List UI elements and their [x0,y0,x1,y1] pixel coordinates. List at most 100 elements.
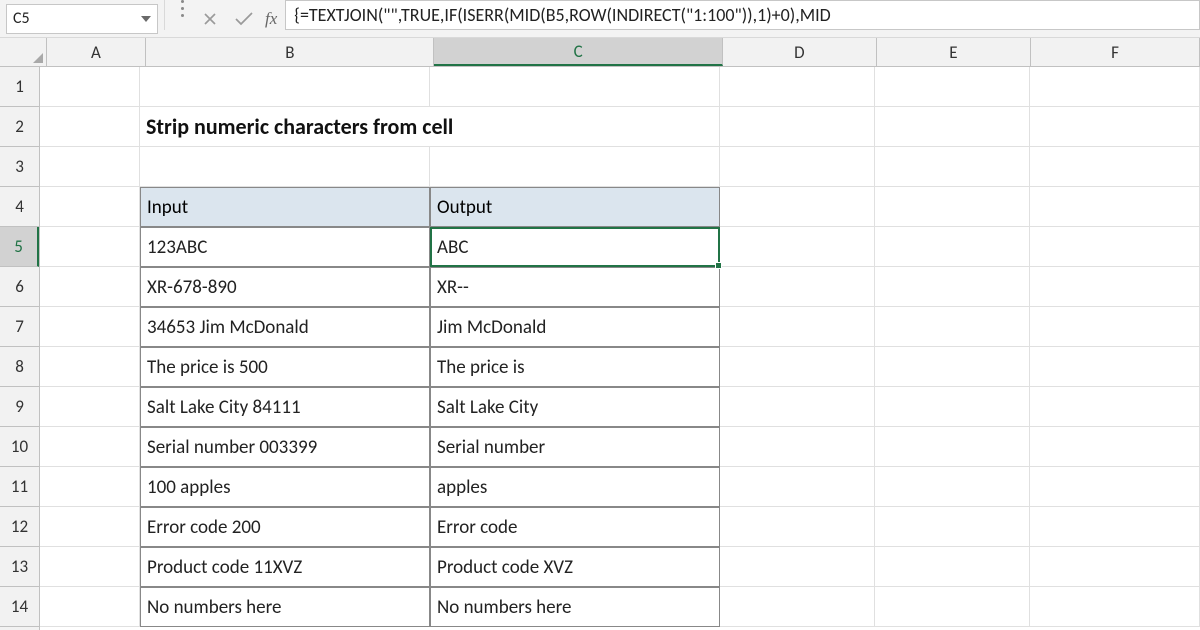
cell-F6[interactable] [1030,267,1200,307]
cell-B3[interactable] [140,147,430,187]
cell-F8[interactable] [1030,347,1200,387]
cell-C9[interactable]: Salt Lake City [430,387,720,427]
cell-C6[interactable]: XR-- [430,267,720,307]
cell-E12[interactable] [875,507,1030,547]
cell-D6[interactable] [720,267,875,307]
cell-B11[interactable]: 100 apples [140,467,430,507]
cell-D8[interactable] [720,347,875,387]
cell-A7[interactable] [40,307,140,347]
row-header-2[interactable]: 2 [0,107,39,147]
row-header-14[interactable]: 14 [0,587,39,627]
cell-C8[interactable]: The price is [430,347,720,387]
cell-A3[interactable] [40,147,140,187]
cell-C5[interactable]: ABC [430,227,720,267]
row-header-5[interactable]: 5 [0,227,39,267]
cell-F3[interactable] [1030,147,1200,187]
row-header-3[interactable]: 3 [0,147,39,187]
cell-E8[interactable] [875,347,1030,387]
cell-C14[interactable]: No numbers here [430,587,720,627]
cell-E1[interactable] [875,67,1030,107]
cell-B8[interactable]: The price is 500 [140,347,430,387]
cell-A9[interactable] [40,387,140,427]
cell-F13[interactable] [1030,547,1200,587]
cell-A13[interactable] [40,547,140,587]
fx-label[interactable]: fx [265,9,277,29]
cell-D9[interactable] [720,387,875,427]
cell-D1[interactable] [720,67,875,107]
cell-F14[interactable] [1030,587,1200,627]
cell-E3[interactable] [875,147,1030,187]
cell-E13[interactable] [875,547,1030,587]
cell-F5[interactable] [1030,227,1200,267]
cell-A1[interactable] [40,67,140,107]
cell-E4[interactable] [875,187,1030,227]
col-header-D[interactable]: D [723,38,877,66]
cell-F7[interactable] [1030,307,1200,347]
cell-A8[interactable] [40,347,140,387]
cell-A10[interactable] [40,427,140,467]
cell-A11[interactable] [40,467,140,507]
cell-D10[interactable] [720,427,875,467]
row-header-9[interactable]: 9 [0,387,39,427]
cell-F2[interactable] [1030,107,1200,147]
cell-C11[interactable]: apples [430,467,720,507]
cell-C10[interactable]: Serial number [430,427,720,467]
cell-B14[interactable]: No numbers here [140,587,430,627]
cell-B10[interactable]: Serial number 003399 [140,427,430,467]
cell-C7[interactable]: Jim McDonald [430,307,720,347]
cell-E7[interactable] [875,307,1030,347]
cell-C4[interactable]: Output [430,187,720,227]
cell-E6[interactable] [875,267,1030,307]
cell-C1[interactable] [430,67,720,107]
cell-B6[interactable]: XR-678-890 [140,267,430,307]
cell-E14[interactable] [875,587,1030,627]
cell-B9[interactable]: Salt Lake City 84111 [140,387,430,427]
row-header-11[interactable]: 11 [0,467,39,507]
col-header-E[interactable]: E [877,38,1031,66]
cell-E5[interactable] [875,227,1030,267]
cell-D13[interactable] [720,547,875,587]
row-header-6[interactable]: 6 [0,267,39,307]
cell-A2[interactable] [40,107,140,147]
cell-C3[interactable] [430,147,720,187]
name-box[interactable]: C5 [6,4,158,34]
cell-A4[interactable] [40,187,140,227]
cell-C12[interactable]: Error code [430,507,720,547]
cell-A5[interactable] [40,227,140,267]
cell-F9[interactable] [1030,387,1200,427]
cell-E2[interactable] [875,107,1030,147]
cell-E10[interactable] [875,427,1030,467]
cell-E11[interactable] [875,467,1030,507]
cell-D11[interactable] [720,467,875,507]
cell-D4[interactable] [720,187,875,227]
row-header-4[interactable]: 4 [0,187,39,227]
col-header-A[interactable]: A [47,38,146,66]
cell-A12[interactable] [40,507,140,547]
cell-E9[interactable] [875,387,1030,427]
cell-F4[interactable] [1030,187,1200,227]
cell-B1[interactable] [140,67,430,107]
cell-D5[interactable] [720,227,875,267]
cell-D2[interactable] [720,107,875,147]
cell-D12[interactable] [720,507,875,547]
row-header-7[interactable]: 7 [0,307,39,347]
col-header-B[interactable]: B [146,38,434,66]
enter-formula-button[interactable] [227,4,261,34]
cell-B2[interactable]: Strip numeric characters from cell [140,107,720,147]
row-header-10[interactable]: 10 [0,427,39,467]
cell-A14[interactable] [40,587,140,627]
cell-F12[interactable] [1030,507,1200,547]
formula-bar-input[interactable]: {=TEXTJOIN("",TRUE,IF(ISERR(MID(B5,ROW(I… [285,0,1200,30]
cell-C13[interactable]: Product code XVZ [430,547,720,587]
cell-D14[interactable] [720,587,875,627]
cell-F11[interactable] [1030,467,1200,507]
row-header-12[interactable]: 12 [0,507,39,547]
cell-B5[interactable]: 123ABC [140,227,430,267]
cell-B12[interactable]: Error code 200 [140,507,430,547]
cell-B7[interactable]: 34653 Jim McDonald [140,307,430,347]
cell-F1[interactable] [1030,67,1200,107]
select-all-corner[interactable] [0,38,47,66]
row-header-8[interactable]: 8 [0,347,39,387]
cancel-formula-button[interactable] [193,4,227,34]
row-header-13[interactable]: 13 [0,547,39,587]
